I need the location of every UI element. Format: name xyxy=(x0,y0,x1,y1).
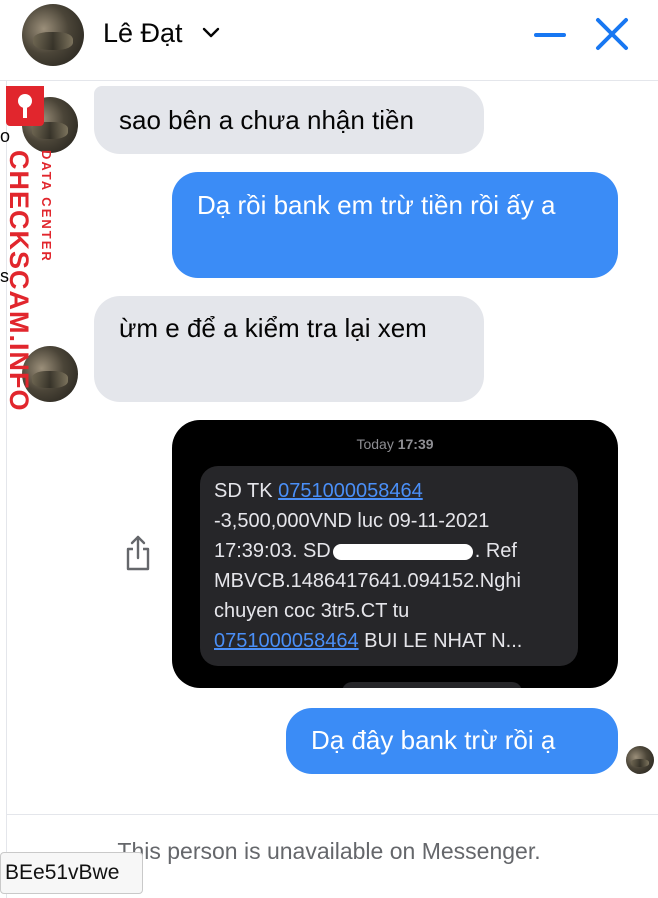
message-incoming[interactable]: ừm e để a kiểm tra lại xem xyxy=(94,296,484,402)
sms-account-link: 0751000058464 xyxy=(278,480,423,502)
seen-avatar xyxy=(626,746,654,774)
sms-next-bubble xyxy=(342,682,522,688)
key-icon xyxy=(18,94,32,118)
sms-timestamp: Today 17:39 xyxy=(356,436,434,452)
footer-divider xyxy=(6,814,658,815)
message-outgoing[interactable]: Dạ rồi bank em trừ tiền rồi ấy a xyxy=(172,172,618,278)
sms-bubble: SD TK 0751000058464 -3,500,000VND luc 09… xyxy=(200,466,578,666)
watermark-key-badge xyxy=(6,86,44,126)
contact-name[interactable]: Lê Đạt xyxy=(103,18,183,49)
message-image[interactable]: Today 17:39 SD TK 0751000058464 -3,500,0… xyxy=(172,420,618,688)
redaction-mark xyxy=(332,543,473,560)
close-icon[interactable] xyxy=(594,16,630,52)
minimize-icon[interactable] xyxy=(533,22,567,48)
code-label: BEe51vBwe xyxy=(0,852,143,894)
message-outgoing[interactable]: Dạ đây bank trừ rồi ạ xyxy=(286,708,618,774)
sms-text: SD TK 0751000058464 -3,500,000VND luc 09… xyxy=(214,480,523,652)
stray-char: o xyxy=(0,126,11,146)
chevron-down-icon[interactable] xyxy=(202,27,220,39)
contact-avatar[interactable] xyxy=(22,4,84,66)
watermark-text: CHECKSCAM.INFO xyxy=(4,150,34,412)
watermark-subtext: DATA CENTER xyxy=(39,150,54,263)
share-icon[interactable] xyxy=(124,534,152,572)
chat-header: Lê Đạt xyxy=(0,0,658,81)
sms-account-link: 0751000058464 xyxy=(214,630,359,652)
message-incoming[interactable]: sao bên a chưa nhận tiền xyxy=(94,86,484,154)
